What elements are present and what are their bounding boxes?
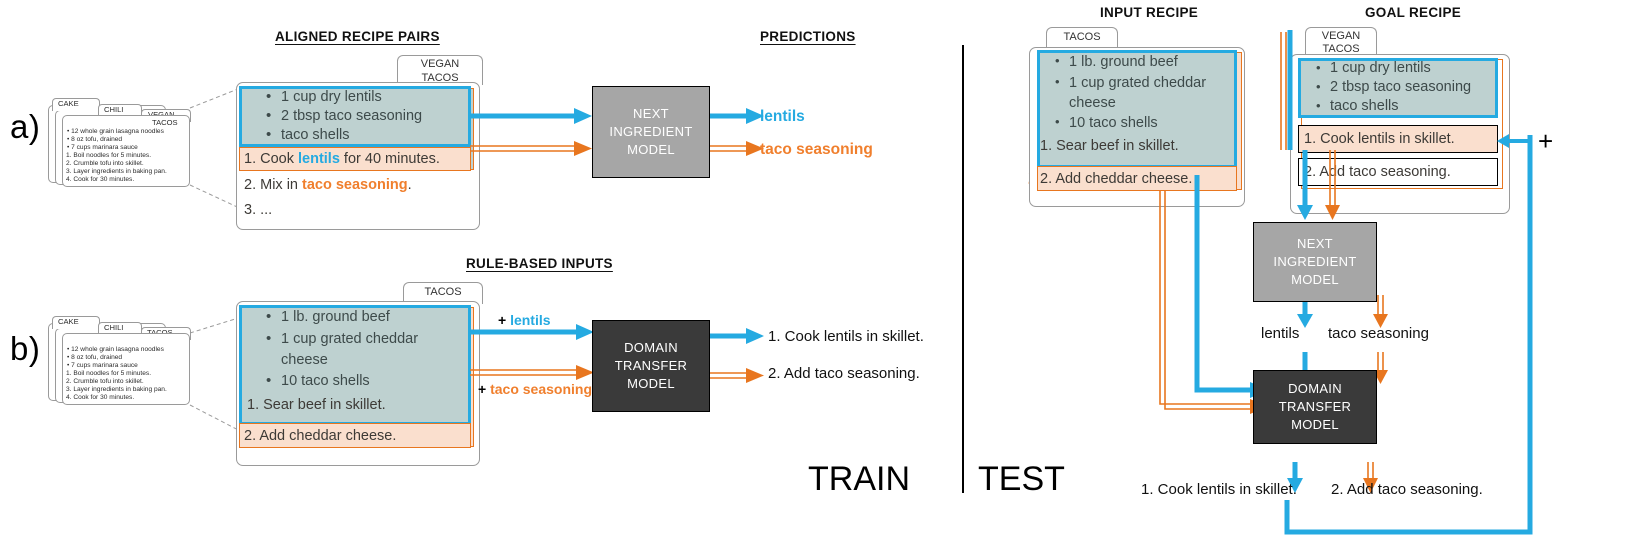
next-ingredient-model-line-1: INGREDIENT: [609, 124, 693, 140]
input-folder-tab-label: TACOS: [1063, 31, 1101, 43]
stack-a-line-6: 4. Cook for 30 minutes.: [66, 176, 135, 183]
step3-text-a: 3. ...: [244, 202, 273, 218]
mid-label-lentils: lentils: [1261, 325, 1300, 342]
domain-transfer-model-test: DOMAIN TRANSFER MODEL: [1253, 370, 1377, 444]
stack-a-line-4: 2. Crumble tofu into skillet.: [66, 160, 144, 167]
stack-b-tab-0: CAKE: [58, 317, 79, 326]
stack-b-line-1: • 8 oz tofu, drained: [67, 354, 123, 361]
row-b-label: b): [10, 330, 41, 367]
step1-text-b: 1. Sear beef in skillet.: [247, 397, 386, 413]
step1-prefix-a: 1. Cook: [244, 151, 298, 167]
folder-tab-label-line1: VEGAN: [420, 58, 460, 70]
recipe-stack-a: CAKE CHILI VEGAN TACOS • 12 whole grain …: [48, 95, 198, 190]
ingredient-list-a: • 1 cup dry lentils • 2 tbsp taco season…: [266, 88, 423, 143]
domain-transfer-model-test-line-2: MODEL: [1291, 416, 1339, 432]
step2-text-a: 2. Mix in taco seasoning.: [244, 177, 412, 193]
rule-based-inputs-title: RULE-BASED INPUTS: [466, 256, 613, 271]
goal-step1: 1. Cook lentils in skillet.: [1304, 131, 1455, 147]
test-output-blue: 1. Cook lentils in skillet.: [1141, 481, 1297, 498]
train-panel-label: TRAIN: [808, 460, 910, 498]
next-ingredient-model-line-0: NEXT: [633, 106, 669, 122]
next-ingredient-model-test-line-1: INGREDIENT: [1273, 254, 1357, 270]
arrows-a-to-model: [470, 108, 592, 156]
domain-transfer-model-line-1: TRANSFER: [614, 358, 688, 374]
next-ingredient-model-test: NEXT INGREDIENT MODEL: [1253, 222, 1377, 302]
prediction-blue: lentils: [760, 108, 805, 125]
goal-ingredient-1: 2 tbsp taco seasoning: [1330, 79, 1472, 95]
stack-b-line-6: 4. Cook for 30 minutes.: [66, 394, 135, 401]
folder-tab-label-tacos-b: TACOS: [424, 286, 462, 298]
ingredient-b-2: cheese: [281, 352, 328, 368]
next-ingredient-model-test-line-0: NEXT: [1297, 236, 1333, 252]
domain-transfer-model-test-line-1: TRANSFER: [1278, 399, 1352, 415]
input-ingredient-2: cheese: [1069, 95, 1116, 111]
ingredient-list-b: • 1 lb. ground beef • 1 cup grated chedd…: [247, 308, 419, 413]
ingredient-a-1: 2 tbsp taco seasoning: [281, 108, 423, 124]
stack-b-line-0: • 12 whole grain lasagna noodles: [67, 346, 164, 353]
domain-transfer-model-test-line-0: DOMAIN: [1288, 381, 1342, 397]
ingredient-b-0: 1 lb. ground beef: [281, 309, 390, 325]
output-blue-train: 1. Cook lentils in skillet.: [768, 328, 924, 345]
step2-suffix-a: .: [407, 177, 412, 193]
next-ingredient-model-train: NEXT INGREDIENT MODEL: [592, 86, 710, 178]
stack-a-line-1: • 8 oz tofu, drained: [67, 136, 123, 143]
step1-suffix-a: for 40 minutes.: [339, 151, 440, 167]
step2-text-b: 2. Add cheddar cheese.: [244, 428, 397, 444]
stack-a-subtitle: TACOS: [152, 118, 178, 127]
arrows-model-to-predictions: [710, 108, 764, 156]
ingredient-a-0: 1 cup dry lentils: [281, 89, 382, 105]
stack-a-tab-0: CAKE: [58, 99, 79, 108]
stack-a-tab-1: CHILI: [104, 105, 124, 114]
goal-folder-tab-label-1: VEGAN: [1321, 30, 1361, 42]
stack-b-tab-1: CHILI: [104, 323, 124, 332]
train-test-divider: [962, 45, 964, 493]
test-connectors: [1159, 30, 1533, 535]
aligned-recipe-pairs-title: ALIGNED RECIPE PAIRS: [275, 29, 440, 44]
step2-prefix-a: 2. Mix in: [244, 177, 303, 193]
row-a-label: a): [10, 108, 41, 145]
input-ingredient-1: 1 cup grated cheddar: [1069, 75, 1207, 91]
goal-ingredient-0: 1 cup dry lentils: [1330, 60, 1431, 76]
stack-b-line-4: 2. Crumble tofu into skillet.: [66, 378, 144, 385]
ingredient-b-3: 10 taco shells: [281, 373, 370, 389]
ingredient-a-2: taco shells: [281, 127, 350, 143]
step1-keyword-a: lentils: [298, 151, 340, 167]
prediction-orange: taco seasoning: [760, 141, 873, 158]
stack-b-line-5: 3. Layer ingredients in baking pan.: [66, 386, 167, 393]
goal-ingredient-2: taco shells: [1330, 98, 1399, 114]
input-recipe-title: INPUT RECIPE: [1100, 5, 1199, 20]
stack-a-line-2: • 7 cups marinara sauce: [67, 144, 138, 151]
step1-text-a: 1. Cook lentils for 40 minutes.: [244, 151, 440, 167]
mid-label-taco-seasoning: taco seasoning: [1328, 325, 1429, 342]
test-output-orange: 2. Add taco seasoning.: [1331, 481, 1483, 498]
output-orange-train: 2. Add taco seasoning.: [768, 365, 920, 382]
goal-recipe-title: GOAL RECIPE: [1365, 5, 1462, 20]
recipe-stack-b: CAKE CHILI TACOS • 12 whole grain lasagn…: [48, 313, 198, 408]
stack-a-line-3: 1. Boil noodles for 5 minutes.: [66, 152, 152, 159]
input-ingredient-0: 1 lb. ground beef: [1069, 54, 1178, 70]
predictions-title: PREDICTIONS: [760, 29, 856, 44]
stack-a-line-5: 3. Layer ingredients in baking pan.: [66, 168, 167, 175]
stack-b-line-3: 1. Boil noodles for 5 minutes.: [66, 370, 152, 377]
ingredient-b-1: 1 cup grated cheddar: [281, 331, 419, 347]
domain-transfer-model-line-2: MODEL: [627, 375, 675, 391]
stack-a-line-0: • 12 whole grain lasagna noodles: [67, 128, 164, 135]
goal-ingredient-list: • 1 cup dry lentils • 2 tbsp taco season…: [1316, 60, 1472, 114]
arrows-b-to-model: [470, 324, 594, 380]
step2-keyword-a: taco seasoning: [302, 177, 408, 193]
next-ingredient-model-test-line-2: MODEL: [1291, 271, 1339, 287]
domain-transfer-model-line-0: DOMAIN: [624, 340, 678, 356]
next-ingredient-model-line-2: MODEL: [627, 141, 675, 157]
input-ingredient-3: 10 taco shells: [1069, 115, 1158, 131]
stack-b-line-2: • 7 cups marinara sauce: [67, 362, 138, 369]
domain-transfer-model-train: DOMAIN TRANSFER MODEL: [592, 320, 710, 412]
